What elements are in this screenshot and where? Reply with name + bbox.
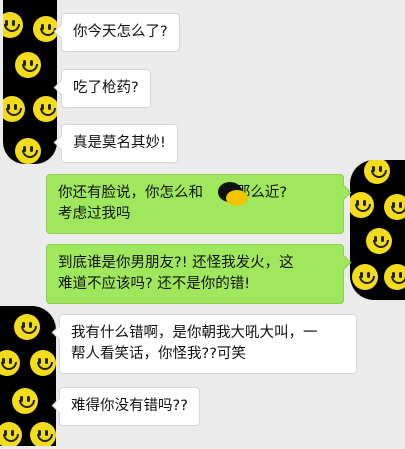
message-text: 难得你没有错吗??: [71, 398, 188, 414]
message-bubble[interactable]: 到底谁是你男朋友?! 还怪我发火，这 难道不应该吗? 还不是你的错!: [46, 244, 344, 304]
message-text: 吃了枪药?: [73, 80, 139, 96]
smiley-face-icon: [384, 264, 405, 290]
message-bubble[interactable]: 你今天怎么了?: [61, 13, 180, 52]
message-text-line: 考虑过我吗: [58, 206, 131, 222]
message-bubble[interactable]: 真是莫名其妙!: [61, 124, 178, 163]
smiley-face-icon: [3, 96, 25, 122]
smiley-face-icon: [366, 228, 392, 254]
smiley-face-icon: [14, 314, 40, 340]
smiley-face-icon: [30, 422, 56, 446]
message-text-line: 到底谁是你男朋友?! 还怪我发火，这: [58, 255, 294, 271]
smiley-face-icon: [0, 350, 20, 376]
message-text: 你今天怎么了?: [73, 24, 168, 40]
message-text: 真是莫名其妙!: [73, 135, 166, 151]
smiley-face-icon: [15, 138, 41, 164]
message-text-line: 你还有脸说，你怎么和 走那么近?: [58, 185, 288, 201]
self-avatar[interactable]: [350, 160, 405, 300]
message-text-line: 帮人看笑话，你怪我??可笑: [71, 346, 246, 362]
smiley-face-icon: [364, 160, 390, 184]
smiley-face-icon: [350, 192, 374, 218]
smiley-face-icon: [384, 194, 405, 220]
smiley-face-icon: [15, 52, 41, 78]
smiley-face-icon: [352, 264, 378, 290]
smiley-face-icon: [3, 12, 23, 38]
message-bubble[interactable]: 吃了枪药?: [61, 69, 151, 108]
message-text-line: 我有什么错啊，是你朝我大吼大叫，一: [71, 325, 318, 341]
message-bubble[interactable]: 难得你没有错吗??: [59, 387, 200, 426]
smiley-face-icon: [33, 16, 57, 42]
contact-avatar[interactable]: [3, 0, 57, 164]
contact-avatar[interactable]: [0, 306, 56, 446]
message-text-line: 难道不应该吗? 还不是你的错!: [58, 276, 251, 292]
message-bubble[interactable]: 我有什么错啊，是你朝我大吼大叫，一 帮人看笑话，你怪我??可笑: [59, 314, 357, 374]
smiley-face-icon: [0, 422, 22, 446]
smiley-face-icon: [12, 388, 38, 414]
smiley-face-icon: [33, 96, 57, 122]
redacted-name-mark: [214, 180, 248, 208]
message-bubble[interactable]: 你还有脸说，你怎么和 走那么近? 考虑过我吗: [46, 174, 344, 234]
smiley-face-icon: [30, 350, 56, 376]
